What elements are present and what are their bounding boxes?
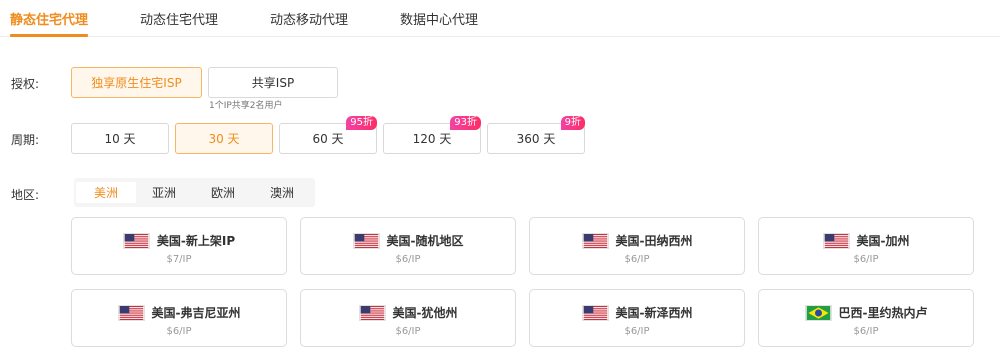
period-option-label: 120 天 xyxy=(412,132,452,146)
period-label: 周期: xyxy=(11,133,40,147)
region-label: 地区: xyxy=(11,188,40,202)
period-option-360-days[interactable]: 360 天 9折 xyxy=(487,116,585,154)
location-name: 美国-弗吉尼亚州 xyxy=(151,306,241,320)
region-tab-oceania[interactable]: 澳洲 xyxy=(252,182,312,203)
period-option-120-days[interactable]: 120 天 93折 xyxy=(383,116,481,154)
location-price: $7/IP xyxy=(166,254,192,265)
location-name: 美国-新泽西州 xyxy=(615,306,693,320)
region-tab-europe[interactable]: 欧洲 xyxy=(193,182,253,203)
location-name: 美国-随机地区 xyxy=(386,234,464,248)
auth-option-dedicated-isp[interactable]: 独享原生住宅ISP xyxy=(71,67,202,98)
location-price: $6/IP xyxy=(395,326,421,337)
period-option-60-days[interactable]: 60 天 95折 xyxy=(279,116,377,154)
period-option-label: 10 天 xyxy=(104,132,136,146)
location-card-us-utah[interactable]: 美国-犹他州 $6/IP xyxy=(300,289,516,347)
location-name: 美国-加州 xyxy=(856,234,910,248)
discount-badge: 9折 xyxy=(560,116,585,130)
location-price: $6/IP xyxy=(624,326,650,337)
us-flag-icon xyxy=(581,304,609,321)
location-card-us-tennessee[interactable]: 美国-田纳西州 $6/IP xyxy=(529,217,745,275)
tab-static-residential[interactable]: 静态住宅代理 xyxy=(10,9,88,28)
shared-isp-note: 1个IP共享2名用户 xyxy=(209,101,283,111)
location-name: 美国-田纳西州 xyxy=(615,234,693,248)
location-price: $6/IP xyxy=(853,254,879,265)
location-card-brazil-rio[interactable]: 巴西-里约热内卢 $6/IP xyxy=(758,289,974,347)
auth-option-shared-isp[interactable]: 共享ISP xyxy=(208,67,338,98)
location-card-us-new-jersey[interactable]: 美国-新泽西州 $6/IP xyxy=(529,289,745,347)
auth-option-label: 独享原生住宅ISP xyxy=(91,76,182,90)
us-flag-icon xyxy=(352,232,380,249)
brazil-flag-icon xyxy=(804,304,832,321)
location-name: 巴西-里约热内卢 xyxy=(838,306,928,320)
us-flag-icon xyxy=(122,232,150,249)
us-flag-icon xyxy=(581,232,609,249)
location-card-us-random[interactable]: 美国-随机地区 $6/IP xyxy=(300,217,516,275)
tab-dynamic-residential[interactable]: 动态住宅代理 xyxy=(140,9,218,28)
region-tabs: 美洲 亚洲 欧洲 澳洲 xyxy=(74,178,315,207)
discount-badge: 93折 xyxy=(450,116,481,130)
location-card-us-california[interactable]: 美国-加州 $6/IP xyxy=(758,217,974,275)
period-option-label: 360 天 xyxy=(516,132,556,146)
location-price: $6/IP xyxy=(624,254,650,265)
location-card-us-new-ip[interactable]: 美国-新上架IP $7/IP xyxy=(71,217,287,275)
location-price: $6/IP xyxy=(166,326,192,337)
location-card-us-virginia[interactable]: 美国-弗吉尼亚州 $6/IP xyxy=(71,289,287,347)
active-tab-indicator xyxy=(10,34,88,37)
period-option-30-days[interactable]: 30 天 xyxy=(175,123,273,154)
auth-option-label: 共享ISP xyxy=(251,76,295,90)
region-tab-americas[interactable]: 美洲 xyxy=(76,182,136,203)
tab-dynamic-mobile[interactable]: 动态移动代理 xyxy=(270,9,348,28)
discount-badge: 95折 xyxy=(346,116,377,130)
location-price: $6/IP xyxy=(395,254,421,265)
period-option-label: 30 天 xyxy=(208,132,240,146)
location-name: 美国-新上架IP xyxy=(156,234,236,248)
region-tab-asia[interactable]: 亚洲 xyxy=(134,182,194,203)
us-flag-icon xyxy=(358,304,386,321)
tab-datacenter[interactable]: 数据中心代理 xyxy=(400,9,478,28)
auth-label: 授权: xyxy=(11,77,40,91)
us-flag-icon xyxy=(117,304,145,321)
period-option-10-days[interactable]: 10 天 xyxy=(71,123,169,154)
location-name: 美国-犹他州 xyxy=(392,306,458,320)
us-flag-icon xyxy=(822,232,850,249)
location-price: $6/IP xyxy=(853,326,879,337)
period-option-label: 60 天 xyxy=(312,132,344,146)
product-tabs: 静态住宅代理 动态住宅代理 动态移动代理 数据中心代理 xyxy=(0,0,1000,37)
